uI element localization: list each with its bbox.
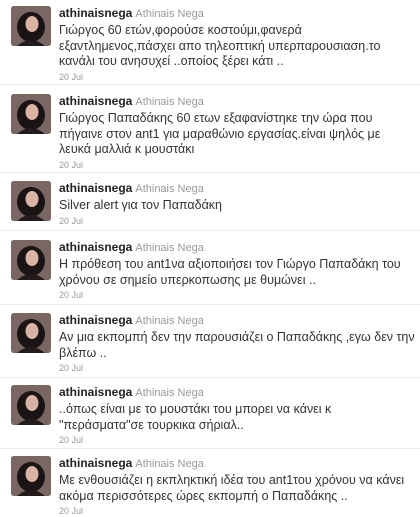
screen-name[interactable]: athinaisnega [59,385,132,399]
timestamp[interactable]: 20 Jul [59,506,415,517]
full-name: Athinais Nega [135,183,204,195]
timestamp[interactable]: 20 Jul [59,290,415,301]
avatar-photo-icon [11,240,51,280]
tweet-text: Η πρόθεση του ant1να αξιοποιήσει τον Γιώ… [59,257,401,287]
full-name: Athinais Nega [135,458,204,470]
tweet-text: Γιώργος 60 ετών,φορούσε κοστούμι,φανερά … [59,23,381,68]
avatar-photo-icon [11,94,51,134]
full-name: Athinais Nega [135,315,204,327]
divider [0,448,420,449]
screen-name[interactable]: athinaisnega [59,313,132,327]
avatar-photo-icon [11,181,51,221]
full-name: Athinais Nega [135,8,204,20]
divider [0,84,420,85]
divider [0,172,420,173]
timestamp[interactable]: 20 Jul [59,160,415,171]
timestamp[interactable]: 20 Jul [59,435,415,446]
timestamp[interactable]: 20 Jul [59,216,415,227]
tweet-text: ..όπως είναι με το μουστάκι του μπορει ν… [59,402,332,432]
avatar[interactable] [11,94,51,134]
screen-name[interactable]: athinaisnega [59,6,132,20]
avatar[interactable] [11,181,51,221]
avatar-photo-icon [11,385,51,425]
tweet-text: Με ενθουσιάζει η εκπληκτική ιδέα του ant… [59,473,405,503]
screen-name[interactable]: athinaisnega [59,240,132,254]
tweet-text: Silver alert για τον Παπαδάκη [59,198,222,212]
avatar[interactable] [11,6,51,46]
divider [0,377,420,378]
divider [0,230,420,231]
avatar-photo-icon [11,313,51,353]
tweet-text: Αν μια εκπομπή δεν την παρουσιάζει ο Παπ… [59,330,415,360]
full-name: Athinais Nega [135,96,204,108]
screen-name[interactable]: athinaisnega [59,94,132,108]
full-name: Athinais Nega [135,387,204,399]
avatar[interactable] [11,313,51,353]
timestamp[interactable]: 20 Jul [59,363,415,374]
avatar-photo-icon [11,456,51,496]
avatar[interactable] [11,240,51,280]
divider [0,304,420,305]
screen-name[interactable]: athinaisnega [59,181,132,195]
avatar-photo-icon [11,6,51,46]
screen-name[interactable]: athinaisnega [59,456,132,470]
full-name: Athinais Nega [135,242,204,254]
avatar[interactable] [11,456,51,496]
avatar[interactable] [11,385,51,425]
timestamp[interactable]: 20 Jul [59,72,415,83]
tweet-text: Γιώργος Παπαδάκης 60 ετων εξαφανίστηκε τ… [59,111,381,156]
